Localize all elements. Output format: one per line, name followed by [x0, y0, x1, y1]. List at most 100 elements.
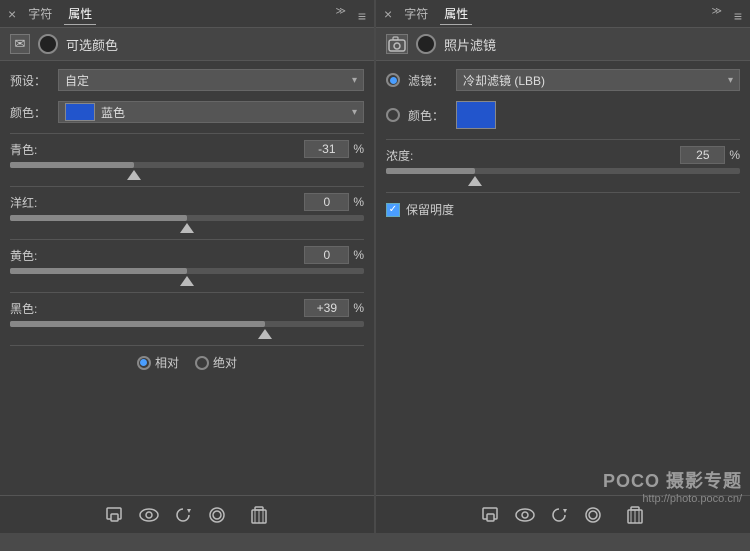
left-cyan-input[interactable]: -31 [304, 140, 349, 158]
right-footer-mask-icon[interactable] [481, 505, 501, 525]
right-close-btn[interactable]: × [384, 6, 392, 22]
right-divider1 [386, 139, 740, 140]
left-magenta-pct: % [353, 195, 364, 209]
left-color-label: 颜色： [10, 104, 50, 121]
right-filter-row: 滤镜： 冷却滤镜 (LBB) ▾ [386, 69, 740, 91]
left-radio-row: 相对 绝对 [10, 354, 364, 371]
right-density-track[interactable] [386, 168, 740, 174]
right-density-header: 浓度: 25 % [386, 146, 740, 164]
left-menu-icon[interactable]: ≡ [358, 8, 366, 24]
right-panel-header: × 字符 属性 ≫ ≡ [376, 0, 750, 28]
right-footer-trash-icon[interactable] [625, 505, 645, 525]
left-yellow-label: 黄色: [10, 247, 37, 264]
left-footer-reset-icon[interactable] [173, 505, 193, 525]
right-layer-icon-circle [416, 34, 436, 54]
left-radio-relative-outer [137, 356, 151, 370]
left-close-btn[interactable]: × [8, 6, 16, 22]
left-black-track[interactable] [10, 321, 364, 327]
left-yellow-header: 黄色: 0 % [10, 246, 364, 264]
left-preset-select[interactable]: 自定 ▾ [58, 69, 364, 91]
left-black-header: 黑色: +39 % [10, 299, 364, 317]
right-filter-value: 冷却滤镜 (LBB) [463, 72, 545, 89]
left-magenta-input[interactable]: 0 [304, 193, 349, 211]
left-cyan-value-box: -31 % [304, 140, 364, 158]
right-density-thumb[interactable] [468, 176, 482, 186]
right-density-input[interactable]: 25 [680, 146, 725, 164]
left-panel: × 字符 属性 ≫ ≡ ✉ 可选颜色 预设： 自定 ▾ 颜色： 蓝色 [0, 0, 374, 551]
left-yellow-input[interactable]: 0 [304, 246, 349, 264]
left-tab-properties[interactable]: 属性 [64, 3, 96, 25]
left-color-swatch[interactable] [65, 103, 95, 121]
left-radio-absolute[interactable]: 绝对 [195, 354, 237, 371]
left-cyan-section: 青色: -31 % [10, 140, 364, 180]
right-collapse-icon[interactable]: ≫ [712, 6, 722, 17]
left-color-name: 蓝色 [101, 104, 125, 121]
right-layer-bar: 照片滤镜 [376, 28, 750, 61]
left-magenta-track[interactable] [10, 215, 364, 221]
left-yellow-fill [10, 268, 187, 274]
left-radio-relative-label: 相对 [155, 354, 179, 371]
right-color-radio[interactable] [386, 108, 400, 122]
right-filter-radio[interactable] [386, 73, 400, 87]
right-footer-reset-icon[interactable] [549, 505, 569, 525]
left-preset-label: 预设： [10, 72, 50, 89]
left-tab-characters[interactable]: 字符 [24, 3, 56, 24]
right-menu-icon[interactable]: ≡ [734, 8, 742, 24]
left-black-value-box: +39 % [304, 299, 364, 317]
right-filter-radio-outer [386, 73, 400, 87]
right-preserve-checkbox[interactable]: ✓ [386, 203, 400, 217]
right-filter-arrow: ▾ [728, 75, 733, 86]
left-footer-trash-icon[interactable] [249, 505, 269, 525]
right-preserve-label: 保留明度 [406, 201, 454, 218]
right-filter-radio-inner [390, 77, 397, 84]
left-black-input[interactable]: +39 [304, 299, 349, 317]
left-radio-absolute-outer [195, 356, 209, 370]
right-filter-label: 滤镜： [408, 72, 448, 89]
left-color-select[interactable]: 蓝色 ▾ [58, 101, 364, 123]
left-magenta-header: 洋红: 0 % [10, 193, 364, 211]
left-yellow-value-box: 0 % [304, 246, 364, 264]
left-black-thumb-row [10, 329, 364, 339]
left-black-pct: % [353, 301, 364, 315]
right-filter-select[interactable]: 冷却滤镜 (LBB) ▾ [456, 69, 740, 91]
left-layer-icon-circle [38, 34, 58, 54]
left-panel-content: 预设： 自定 ▾ 颜色： 蓝色 ▾ 青色: -31 [0, 61, 374, 495]
right-color-row: 颜色： [386, 101, 740, 129]
right-panel: × 字符 属性 ≫ ≡ 照片滤镜 滤镜： 冷却滤镜 (LBB) [376, 0, 750, 551]
right-density-pct: % [729, 148, 740, 162]
right-color-swatch[interactable] [456, 101, 496, 129]
right-bottom-strip [376, 533, 750, 551]
left-cyan-pct: % [353, 142, 364, 156]
left-magenta-label: 洋红: [10, 194, 37, 211]
left-yellow-track[interactable] [10, 268, 364, 274]
left-preset-value: 自定 [65, 72, 89, 89]
left-cyan-thumb[interactable] [127, 170, 141, 180]
left-black-thumb[interactable] [258, 329, 272, 339]
left-layer-type-label: 可选颜色 [66, 35, 118, 54]
right-footer-visibility-icon[interactable] [583, 505, 603, 525]
right-watermark-sub: http://photo.poco.cn/ [603, 493, 742, 495]
left-magenta-section: 洋红: 0 % [10, 193, 364, 233]
left-cyan-track[interactable] [10, 162, 364, 168]
left-footer-mask-icon[interactable] [105, 505, 125, 525]
left-collapse-icon[interactable]: ≫ [336, 6, 346, 17]
right-color-label: 颜色： [408, 107, 448, 124]
right-tab-characters[interactable]: 字符 [400, 3, 432, 24]
left-footer-eye-icon[interactable] [139, 505, 159, 525]
left-yellow-thumb[interactable] [180, 276, 194, 286]
right-layer-type-label: 照片滤镜 [444, 35, 496, 54]
right-tab-properties[interactable]: 属性 [440, 3, 472, 25]
left-black-label: 黑色: [10, 300, 37, 317]
left-cyan-label: 青色: [10, 141, 37, 158]
left-footer-visibility-icon[interactable] [207, 505, 227, 525]
left-panel-header: × 字符 属性 ≫ ≡ [0, 0, 374, 28]
right-footer-eye-icon[interactable] [515, 505, 535, 525]
right-watermark: POCO 摄影专题 http://photo.poco.cn/ [603, 467, 742, 495]
left-magenta-thumb-row [10, 223, 364, 233]
left-magenta-fill [10, 215, 187, 221]
left-magenta-thumb[interactable] [180, 223, 194, 233]
left-color-arrow: ▾ [352, 107, 357, 118]
left-footer [0, 495, 374, 533]
left-radio-relative[interactable]: 相对 [137, 354, 179, 371]
right-color-radio-outer [386, 108, 400, 122]
